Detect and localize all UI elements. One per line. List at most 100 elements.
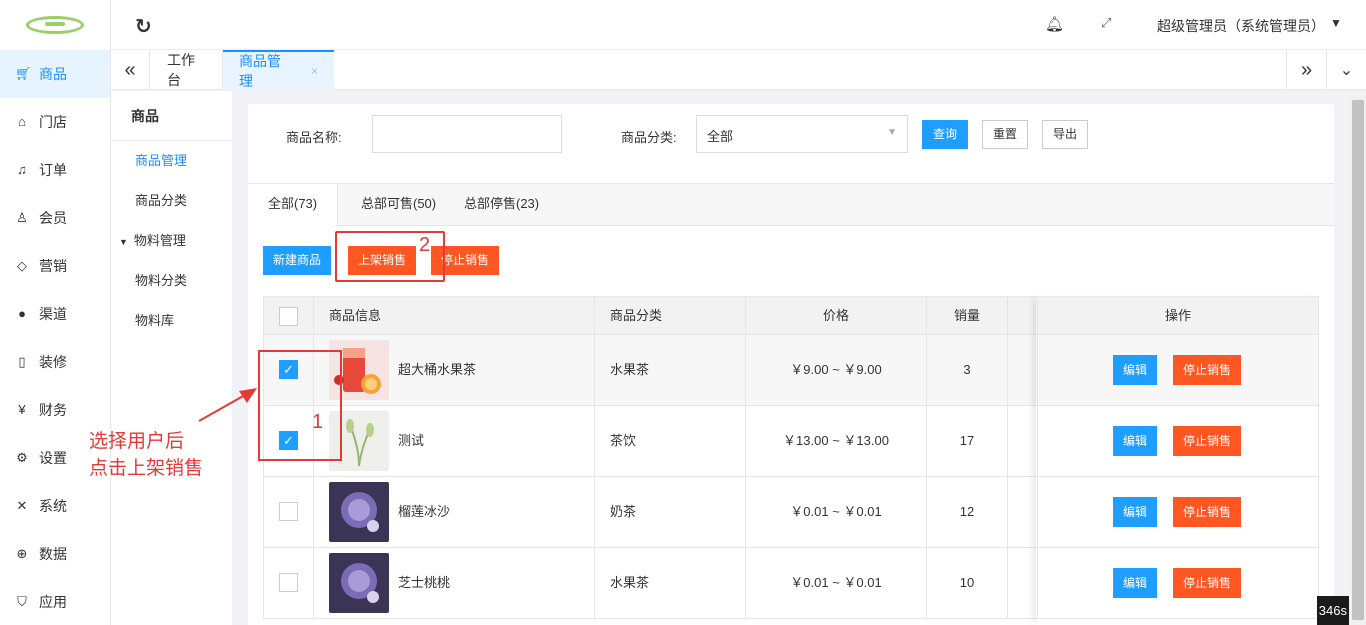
tab-all[interactable]: 全部(73) (248, 184, 339, 227)
main-content: 商品名称: 商品分类: 全部 ▼ 查询 重置 导出 全部(73) 总部可售(50)… (248, 104, 1334, 625)
tabs-scroll-right-icon[interactable]: » (1286, 50, 1326, 90)
tabs-menu-chevron-icon[interactable]: ⌄ (1326, 50, 1366, 90)
scrollbar-thumb[interactable] (1352, 100, 1364, 620)
close-icon[interactable]: × (311, 64, 318, 78)
product-name: 芝士桃桃 (398, 575, 451, 590)
header-price: 价格 (746, 297, 927, 336)
edit-button[interactable]: 编辑 (1113, 568, 1158, 598)
row-checkbox[interactable] (279, 502, 298, 521)
phone-icon: ▯ (18, 354, 26, 369)
caret-down-icon: ▼ (119, 237, 128, 247)
row-stop-sale-button[interactable]: 停止销售 (1173, 568, 1242, 598)
new-product-button[interactable]: 新建商品 (263, 246, 332, 275)
operations-cell: 编辑 停止销售 (1038, 548, 1318, 618)
sales-cell: 10 (927, 548, 1008, 618)
refresh-icon[interactable]: ↻ (135, 14, 152, 39)
price-cell: ￥13.00 ~ ￥13.00 (746, 406, 927, 476)
tabs-scroll-left-icon[interactable]: « (111, 50, 150, 90)
annotation-box-checkboxes (258, 350, 342, 461)
tab-label: 商品管理 (239, 53, 281, 89)
sidebar-item-system[interactable]: ✕ 系统 (0, 482, 110, 530)
category-select[interactable]: 全部 ▼ (696, 115, 908, 153)
sidebar-item-label: 商品 (39, 66, 67, 82)
annotation-step-1: 1 (312, 411, 324, 433)
sidebar-item-label: 装修 (39, 354, 67, 370)
product-name-input[interactable] (372, 115, 562, 153)
sidebar-item-channel[interactable]: ● 渠道 (0, 290, 110, 338)
sidebar-item-goods[interactable]: 🛒︎ 商品 (0, 50, 110, 98)
status-tabs: 全部(73) 总部可售(50) 总部停售(23) (248, 184, 1334, 227)
sidebar-item-store[interactable]: ⌂ 门店 (0, 98, 110, 146)
notification-bell-icon[interactable]: 🔔︎ (1045, 15, 1064, 33)
sidebar-item-label: 应用 (39, 594, 67, 610)
row-stop-sale-button[interactable]: 停止销售 (1173, 497, 1242, 527)
sidebar-item-apps[interactable]: ⛉ 应用 (0, 578, 110, 625)
header-sales: 销量 (927, 297, 1008, 336)
edit-button[interactable]: 编辑 (1113, 426, 1158, 456)
header-operations: 操作 (1164, 308, 1191, 323)
subnav-item-goods-management[interactable]: 商品管理 (111, 141, 232, 181)
tab-stopped[interactable]: 总部停售(23) (444, 184, 559, 226)
row-stop-sale-button[interactable]: 停止销售 (1173, 426, 1242, 456)
spacer-cell (1008, 548, 1038, 618)
operations-cell: 编辑 停止销售 (1038, 477, 1318, 547)
chevron-down-icon[interactable]: ▼ (1330, 16, 1342, 30)
app-logo[interactable] (0, 0, 110, 50)
globe-icon: ⊕ (16, 546, 28, 561)
product-thumbnail (329, 482, 389, 542)
sidebar-item-order[interactable]: ♫ 订单 (0, 146, 110, 194)
sidebar-item-label: 财务 (39, 402, 67, 418)
timer-badge: 346s (1317, 596, 1349, 625)
fullscreen-icon[interactable]: ⤢ (1101, 15, 1111, 31)
table-row: 榴莲冰沙 奶茶 ￥0.01 ~ ￥0.01 12 编辑 停止销售 (263, 477, 1319, 548)
user-icon: ♙ (16, 210, 28, 225)
sidebar-item-data[interactable]: ⊕ 数据 (0, 530, 110, 578)
sidebar-item-marketing[interactable]: ◇ 营销 (0, 242, 110, 290)
query-button[interactable]: 查询 (922, 120, 969, 149)
category-label: 商品分类: (621, 130, 677, 145)
product-info-cell: 测试 (314, 406, 595, 476)
row-checkbox-cell (264, 477, 314, 547)
sidebar-item-finance[interactable]: ¥ 财务 (0, 386, 110, 434)
tab-goods-management[interactable]: 商品管理 × (223, 50, 334, 90)
category-cell: 水果茶 (595, 548, 746, 618)
subnav-item-material-category[interactable]: 物料分类 (111, 261, 232, 301)
category-select-value: 全部 (707, 129, 734, 144)
table-header: 商品信息 商品分类 价格 销量 操作 (263, 296, 1319, 336)
cube-icon: ◇ (17, 258, 27, 273)
shield-icon: ⛉ (17, 594, 27, 609)
main-sidebar: 🛒︎ 商品 ⌂ 门店 ♫ 订单 ♙ 会员 ◇ 营销 ● 渠道 ▯ 装修 ¥ 财务 ⚙ 设置 ✕ 系统… (0, 0, 111, 625)
sidebar-item-label: 门店 (39, 114, 67, 130)
price-cell: ￥9.00 ~ ￥9.00 (746, 335, 927, 405)
sidebar-item-decor[interactable]: ▯ 装修 (0, 338, 110, 386)
sales-cell: 17 (927, 406, 1008, 476)
edit-button[interactable]: 编辑 (1113, 355, 1158, 385)
user-menu[interactable]: 超级管理员（系统管理员） (1157, 16, 1325, 36)
subnav-item-material-library[interactable]: 物料库 (111, 301, 232, 341)
subnav-title: 商品 (111, 91, 232, 141)
gear-icon: ⚙ (16, 450, 28, 465)
operations-cell: 编辑 停止销售 (1038, 335, 1318, 405)
row-stop-sale-button[interactable]: 停止销售 (1173, 355, 1242, 385)
row-checkbox[interactable] (279, 573, 298, 592)
select-all-checkbox[interactable] (279, 307, 298, 326)
page-scrollbar[interactable] (1350, 96, 1366, 625)
sidebar-item-member[interactable]: ♙ 会员 (0, 194, 110, 242)
edit-button[interactable]: 编辑 (1113, 497, 1158, 527)
export-button[interactable]: 导出 (1042, 120, 1089, 149)
sidebar-item-label: 系统 (39, 498, 67, 514)
tab-workbench[interactable]: 工作台 (151, 50, 223, 90)
subnav-item-goods-category[interactable]: 商品分类 (111, 181, 232, 221)
sub-sidebar: 商品 商品管理 商品分类 ▼ 物料管理 物料分类 物料库 (111, 91, 232, 625)
tab-label: 工作台 (167, 52, 195, 88)
home-icon: ⌂ (18, 114, 26, 129)
annotation-step-2: 2 (419, 234, 431, 256)
spacer-cell (1008, 406, 1038, 476)
subnav-group-label: 物料管理 (133, 233, 186, 248)
bell-icon: ♫ (17, 162, 27, 177)
subnav-group-material[interactable]: ▼ 物料管理 (111, 221, 232, 261)
tab-on-sale[interactable]: 总部可售(50) (341, 184, 456, 226)
reset-button[interactable]: 重置 (982, 120, 1029, 149)
sidebar-item-label: 会员 (39, 210, 67, 226)
header-checkbox-cell (264, 297, 314, 336)
